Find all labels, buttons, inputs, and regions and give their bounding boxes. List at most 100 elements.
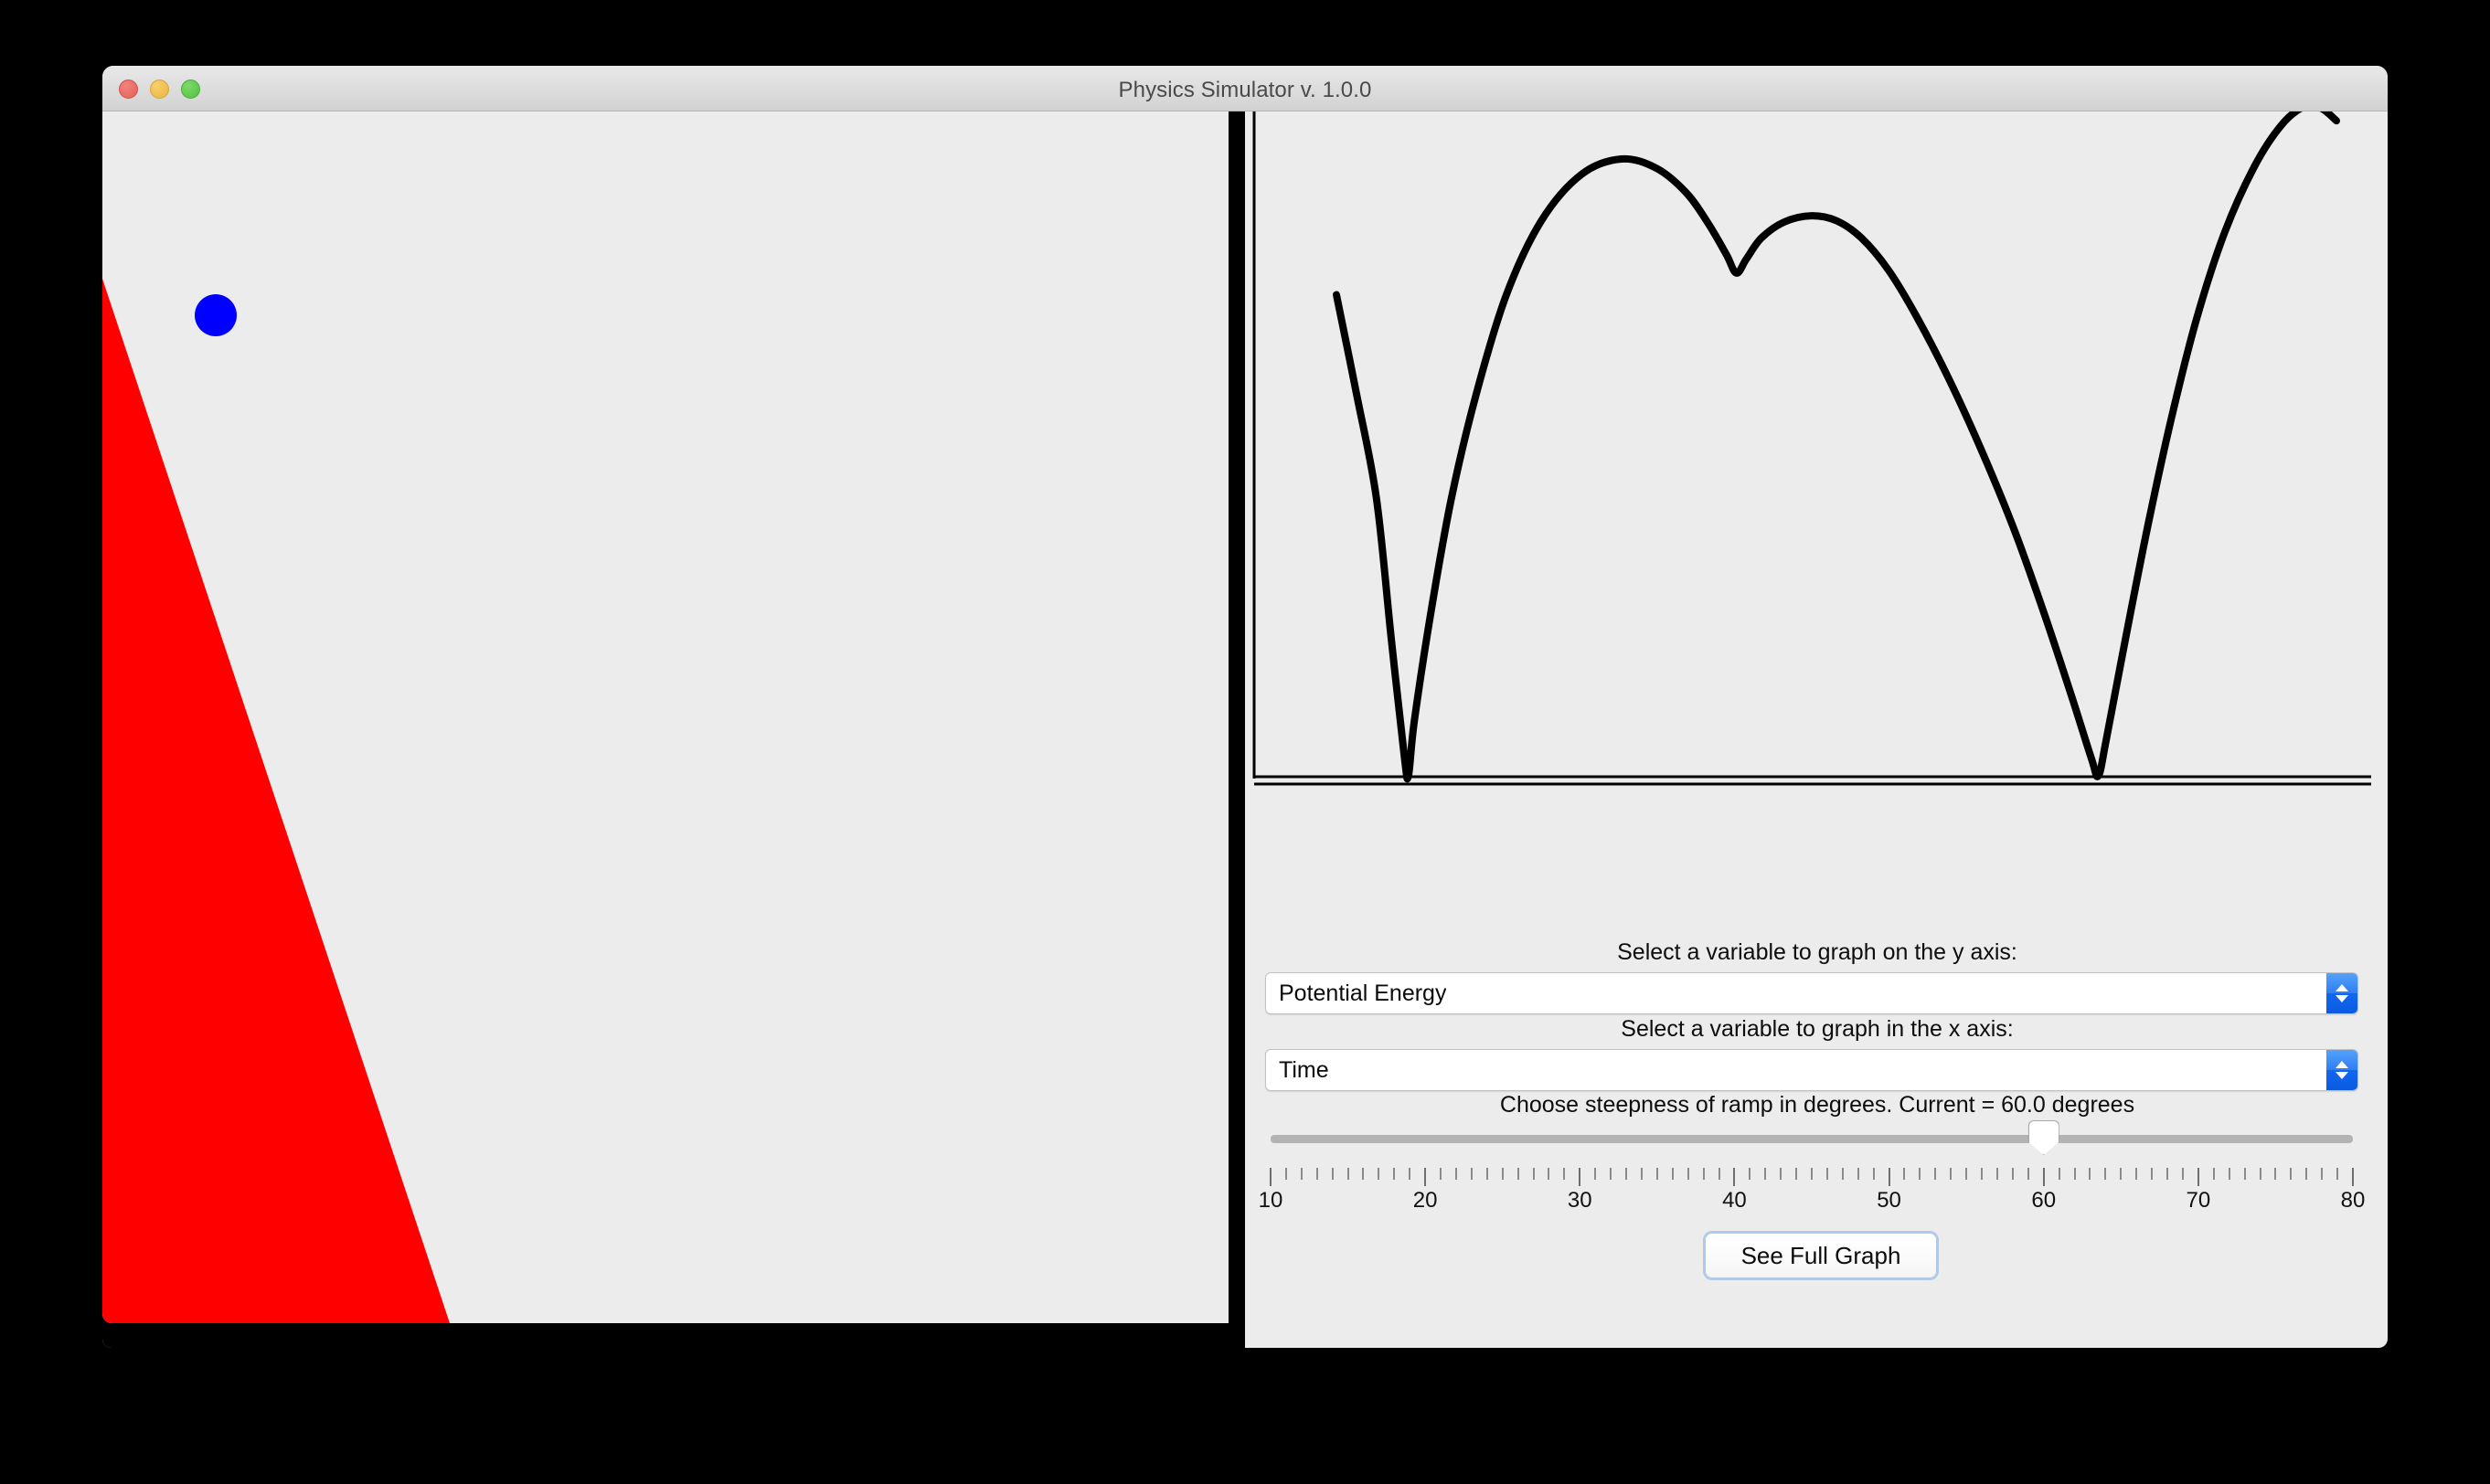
slider-tick-label: 60 (2031, 1188, 2057, 1213)
slider-tick-major (1888, 1168, 1890, 1186)
slider-tick-minor (1764, 1168, 1767, 1180)
slider-tick-minor (1934, 1168, 1937, 1180)
chevron-down-icon (2336, 1072, 2348, 1079)
slider-tick-minor (1995, 1168, 1998, 1180)
slider-tick-major (1579, 1168, 1581, 1186)
slider-tick-minor (2305, 1168, 2308, 1180)
application-window: Physics Simulator v. 1.0.0 Select a vari… (102, 66, 2388, 1348)
slider-tick-label: 80 (2340, 1188, 2366, 1213)
slider-tick-minor (1671, 1168, 1674, 1180)
slider-tick-label: 70 (2186, 1188, 2211, 1213)
slider-tick-minor (2120, 1168, 2123, 1180)
slider-tick-minor (1640, 1168, 1643, 1180)
slider-thumb[interactable] (2027, 1120, 2059, 1155)
slider-tick-minor (1625, 1168, 1628, 1180)
slider-tick-minor (1284, 1168, 1287, 1180)
slider-tick-minor (1718, 1168, 1720, 1180)
slider-tick-minor (1981, 1168, 1984, 1180)
chevron-down-icon (2336, 995, 2348, 1002)
see-full-graph-button-label: See Full Graph (1740, 1241, 1901, 1269)
slider-tick-minor (2274, 1168, 2277, 1180)
slider-tick-minor (2058, 1168, 2060, 1180)
slider-tick-minor (2011, 1168, 2014, 1180)
slider-tick-minor (1610, 1168, 1612, 1180)
slider-tick-minor (2135, 1168, 2138, 1180)
slider-tick-major (2352, 1168, 2354, 1186)
title-bar: Physics Simulator v. 1.0.0 (102, 66, 2388, 111)
window-content: Select a variable to graph on the y axis… (102, 111, 2388, 1348)
slider-tick-label: 40 (1722, 1188, 1747, 1213)
slider-tick-minor (1393, 1168, 1396, 1180)
slider-tick-minor (2089, 1168, 2091, 1180)
slider-tick-minor (1300, 1168, 1303, 1180)
see-full-graph-button[interactable]: See Full Graph (1705, 1233, 1937, 1278)
slider-tick-minor (1841, 1168, 1844, 1180)
graph-canvas[interactable] (1249, 111, 2373, 786)
slider-tick-label: 50 (1877, 1188, 1901, 1213)
slider-tick-minor (1594, 1168, 1597, 1180)
slider-tick-minor (2290, 1168, 2293, 1180)
slider-tick-minor (2181, 1168, 2184, 1180)
slider-tick-major (1733, 1168, 1736, 1186)
slider-tick-minor (1795, 1168, 1798, 1180)
slider-track[interactable] (1271, 1135, 2353, 1143)
ramp-shape (102, 279, 450, 1323)
slider-tick-minor (1315, 1168, 1318, 1180)
slider-tick-minor (2336, 1168, 2339, 1180)
slider-tick-minor (2212, 1168, 2215, 1180)
slider-tick-minor (1857, 1168, 1859, 1180)
y-axis-select-label: Select a variable to graph on the y axis… (1617, 939, 2017, 965)
chevron-up-icon (2336, 1061, 2348, 1068)
simulation-panel[interactable] (102, 111, 1229, 1323)
chevron-updown-icon-2[interactable] (2326, 1050, 2357, 1090)
slider-tick-minor (1780, 1168, 1782, 1180)
slider-tick-minor (1702, 1168, 1705, 1180)
slider-tick-label: 10 (1258, 1188, 1283, 1213)
slider-tick-minor (1440, 1168, 1442, 1180)
slider-tick-minor (2228, 1168, 2230, 1180)
slider-tick-major (1270, 1168, 1272, 1186)
slider-tick-minor (1965, 1168, 1968, 1180)
slider-tick-minor (1362, 1168, 1365, 1180)
slider-tick-minor (1919, 1168, 1921, 1180)
slider-ticks (1270, 1168, 2354, 1186)
slider-tick-minor (1532, 1168, 1535, 1180)
y-axis-select-value: Potential Energy (1279, 980, 1447, 1006)
slider-tick-minor (1346, 1168, 1349, 1180)
chevron-updown-icon[interactable] (2326, 973, 2357, 1013)
slider-tick-label: 20 (1412, 1188, 1438, 1213)
slider-tick-minor (1548, 1168, 1550, 1180)
energy-plot (1252, 111, 2371, 786)
chevron-up-icon (2336, 984, 2348, 991)
slider-tick-minor (2073, 1168, 2076, 1180)
ball (195, 294, 237, 336)
x-axis-select-value: Time (1279, 1056, 1329, 1083)
slider-tick-minor (1470, 1168, 1473, 1180)
slider-tick-minor (2321, 1168, 2324, 1180)
slider-tick-minor (1903, 1168, 1906, 1180)
slider-tick-minor (2259, 1168, 2261, 1180)
x-axis-select-label: Select a variable to graph in the x axis… (1621, 1016, 2014, 1042)
slider-tick-minor (2243, 1168, 2246, 1180)
slider-tick-minor (1563, 1168, 1566, 1180)
slider-tick-minor (1454, 1168, 1457, 1180)
data-series-line (1333, 111, 2340, 783)
slider-tick-minor (2151, 1168, 2154, 1180)
slider-tick-minor (1485, 1168, 1488, 1180)
slider-tick-minor (1687, 1168, 1689, 1180)
slider-tick-major (1424, 1168, 1427, 1186)
slider-tick-minor (1655, 1168, 1658, 1180)
slider-tick-major (2042, 1168, 2045, 1186)
controls-panel: Select a variable to graph on the y axis… (1245, 111, 2388, 1348)
slider-tick-minor (1331, 1168, 1334, 1180)
y-axis-select[interactable]: Potential Energy (1265, 972, 2358, 1014)
window-title: Physics Simulator v. 1.0.0 (1118, 78, 1372, 102)
steepness-slider[interactable]: 10 20 30 40 50 60 70 80 (1259, 1120, 2365, 1213)
slider-tick-minor (2166, 1168, 2169, 1180)
slider-tick-minor (2027, 1168, 2029, 1180)
slider-tick-label: 30 (1567, 1188, 1592, 1213)
x-axis-select[interactable]: Time (1265, 1049, 2358, 1091)
slider-tick-minor (1950, 1168, 1953, 1180)
slider-label: Choose steepness of ramp in degrees. Cur… (1499, 1092, 2135, 1118)
slider-tick-minor (1872, 1168, 1875, 1180)
